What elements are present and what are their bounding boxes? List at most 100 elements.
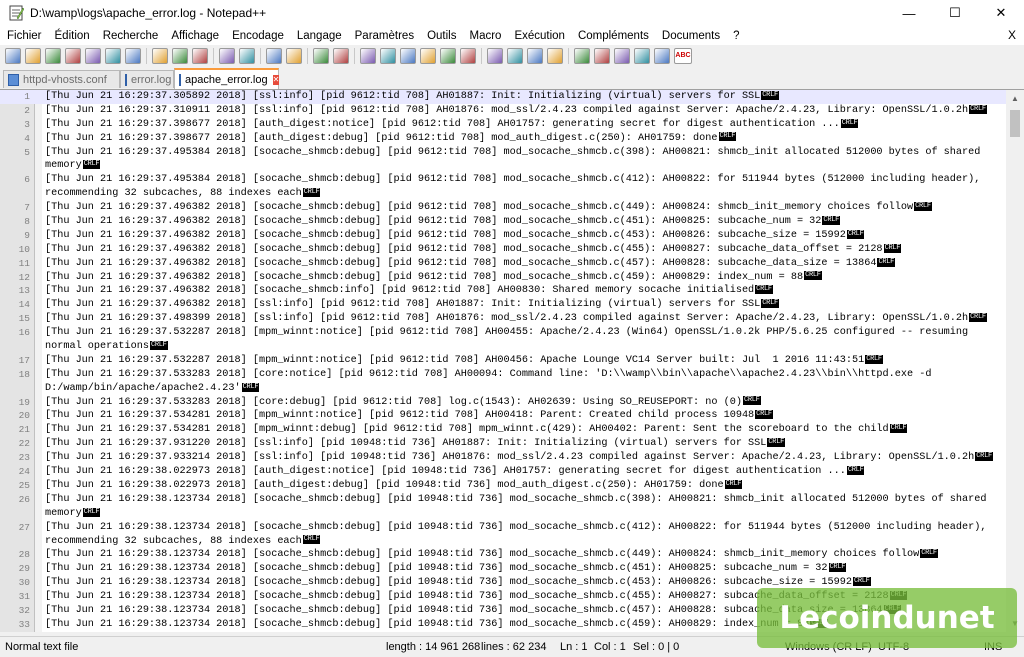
spell-check-icon[interactable]: ABC [674, 48, 692, 64]
doc-map-icon[interactable] [487, 48, 503, 64]
menu-affichage[interactable]: Affichage [164, 30, 225, 42]
menu-documents[interactable]: Documents [655, 30, 726, 42]
maximize-button[interactable]: ☐ [932, 0, 978, 26]
line-text: [Thu Jun 21 16:29:38.123734 2018] [socac… [45, 548, 938, 562]
copy-icon[interactable] [172, 48, 188, 64]
record-macro-icon[interactable] [574, 48, 590, 64]
scroll-thumb[interactable] [1010, 110, 1020, 137]
replace-icon[interactable] [286, 48, 302, 64]
redo-icon[interactable] [239, 48, 255, 64]
toolbar-separator [568, 48, 569, 64]
open-file-icon[interactable] [25, 48, 41, 64]
show-all-chars-icon[interactable] [420, 48, 436, 64]
close-all-icon[interactable] [105, 48, 121, 64]
menu-outils[interactable]: Outils [420, 30, 462, 42]
run-macro-multiple-icon[interactable] [634, 48, 650, 64]
toolbar-separator [354, 48, 355, 64]
menu-langage[interactable]: Langage [290, 30, 348, 42]
line-number: 31 [18, 591, 30, 603]
close-tab-icon[interactable]: ✕ [272, 74, 280, 85]
menu-macro[interactable]: Macro [462, 30, 507, 42]
new-file-icon[interactable] [5, 48, 21, 64]
menu-help[interactable]: ? [726, 30, 745, 42]
function-list-icon[interactable] [507, 48, 523, 64]
folder-workspace-icon[interactable] [527, 48, 543, 64]
print-icon[interactable] [125, 48, 141, 64]
menu-bar: Fichier Édition Recherche Affichage Enco… [0, 26, 1024, 45]
menu-recherche[interactable]: Recherche [96, 30, 165, 42]
line-number: 33 [18, 618, 30, 630]
crlf-marker: CRLF [846, 229, 865, 239]
crlf-marker: CRLF [742, 396, 761, 406]
menu-fichier[interactable]: Fichier [0, 30, 48, 42]
save-macro-icon[interactable] [654, 48, 670, 64]
editor-line: 16 [Thu Jun 21 16:29:37.532287 2018] [mpm… [0, 326, 1006, 340]
line-text: [Thu Jun 21 16:29:37.931220 2018] [ssl:i… [45, 437, 786, 451]
line-number: 22 [18, 438, 30, 450]
monitoring-icon[interactable] [547, 48, 563, 64]
line-text: D:/wamp/bin/apache/apache2.4.23' CRLF [45, 382, 260, 396]
stop-record-icon[interactable] [594, 48, 610, 64]
toolbar-separator [213, 48, 214, 64]
sync-horizontal-icon[interactable] [380, 48, 396, 64]
line-number: 29 [18, 563, 30, 575]
close-window-button[interactable]: ✕ [978, 0, 1024, 26]
zoom-in-icon[interactable] [313, 48, 329, 64]
editor-line: 26 [Thu Jun 21 16:29:38.123734 2018] [soc… [0, 493, 1006, 507]
paste-icon[interactable] [192, 48, 208, 64]
crlf-marker: CRLF [82, 160, 101, 170]
menu-complements[interactable]: Compléments [571, 30, 655, 42]
line-number: 13 [18, 285, 30, 297]
tab-apache-error-log[interactable]: apache_error.log ✕ [174, 68, 280, 89]
line-number: 15 [18, 313, 30, 325]
tab-error-log[interactable]: error.log [120, 70, 174, 88]
crlf-marker: CRLF [755, 285, 773, 295]
crlf-marker: CRLF [920, 549, 938, 559]
file-saved-icon [125, 73, 127, 86]
editor-area[interactable]: 1 [Thu Jun 21 16:29:37.305892 2018] [ssl:… [0, 90, 1006, 632]
line-text: [Thu Jun 21 16:29:37.496382 2018] [socac… [45, 284, 773, 298]
vertical-scrollbar[interactable]: ▲ ▼ [1006, 90, 1024, 632]
line-number: 27 [18, 521, 30, 533]
line-number: 16 [18, 327, 30, 339]
crlf-marker: CRLF [804, 271, 822, 281]
editor-line: D:/wamp/bin/apache/apache2.4.23' CRLF [0, 382, 1006, 396]
line-text: [Thu Jun 21 16:29:38.123734 2018] [socac… [45, 576, 871, 590]
line-text: [Thu Jun 21 16:29:37.533283 2018] [core:… [45, 396, 761, 410]
indent-guide-icon[interactable] [440, 48, 456, 64]
play-macro-icon[interactable] [614, 48, 630, 64]
save-icon[interactable] [45, 48, 61, 64]
editor-line: 20 [Thu Jun 21 16:29:37.534281 2018] [mpm… [0, 409, 1006, 423]
minimize-button[interactable]: — [886, 0, 932, 26]
sync-vertical-icon[interactable] [360, 48, 376, 64]
line-text: memory CRLF [45, 159, 101, 173]
line-text: [Thu Jun 21 16:29:37.534281 2018] [mpm_w… [45, 423, 908, 437]
tab-bar: httpd-vhosts.conf error.log apache_error… [0, 67, 1024, 90]
line-content: [Thu Jun 21 16:29:37.496382 2018] [socac… [45, 285, 755, 297]
status-lines: lines : 62 234 [481, 641, 547, 653]
close-document-button[interactable]: X [1008, 28, 1016, 42]
language-icon[interactable] [460, 48, 476, 64]
line-content: [Thu Jun 21 16:29:38.022973 2018] [auth_… [45, 479, 724, 491]
menu-edition[interactable]: Édition [48, 30, 96, 42]
zoom-out-icon[interactable] [333, 48, 349, 64]
undo-icon[interactable] [219, 48, 235, 64]
save-all-icon[interactable] [65, 48, 81, 64]
editor-line: 9 [Thu Jun 21 16:29:37.496382 2018] [soca… [0, 229, 1006, 243]
scroll-up-icon[interactable]: ▲ [1006, 90, 1024, 107]
cut-icon[interactable] [152, 48, 168, 64]
line-text: recommending 32 subcaches, 88 indexes ea… [45, 535, 321, 549]
line-number: 1 [24, 91, 30, 102]
line-content: [Thu Jun 21 16:29:37.534281 2018] [mpm_w… [45, 410, 755, 422]
editor-line: 18 [Thu Jun 21 16:29:37.533283 2018] [cor… [0, 368, 1006, 382]
menu-encodage[interactable]: Encodage [225, 30, 290, 42]
close-icon[interactable] [85, 48, 101, 64]
menu-parametres[interactable]: Paramètres [348, 30, 420, 42]
editor-line: 12 [Thu Jun 21 16:29:37.496382 2018] [soc… [0, 271, 1006, 285]
tab-httpd-vhosts[interactable]: httpd-vhosts.conf [3, 70, 120, 88]
word-wrap-icon[interactable] [400, 48, 416, 64]
editor-line: 28 [Thu Jun 21 16:29:38.123734 2018] [soc… [0, 548, 1006, 562]
editor-line: 1 [Thu Jun 21 16:29:37.305892 2018] [ssl:… [0, 90, 1006, 104]
find-icon[interactable] [266, 48, 282, 64]
menu-execution[interactable]: Exécution [507, 30, 571, 42]
